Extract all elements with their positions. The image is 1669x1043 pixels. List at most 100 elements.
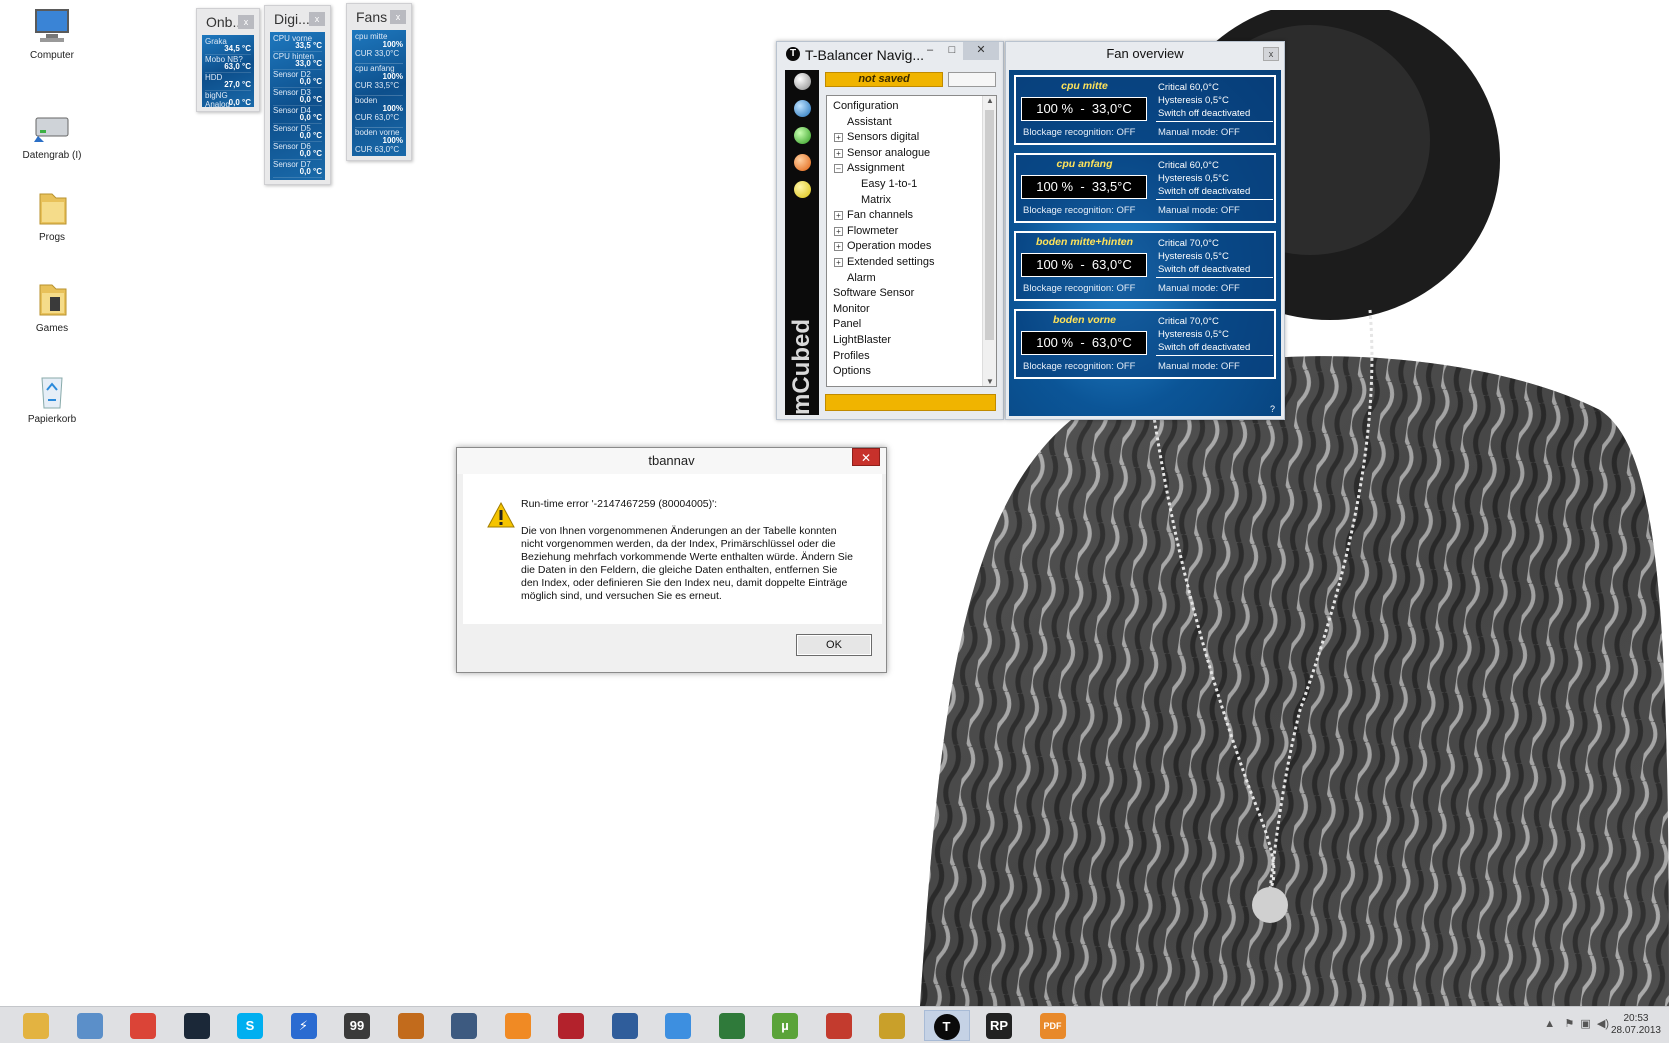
navigation-tree[interactable]: Configuration Assistant + Sensors digital + S…: [826, 95, 997, 387]
desktop-icon-papierkorb[interactable]: Papierkorb: [14, 370, 90, 426]
close-button[interactable]: ✕: [963, 42, 999, 60]
expand-icon[interactable]: +: [834, 258, 843, 267]
tree-item[interactable]: Software Sensor: [833, 286, 914, 301]
desktop-icon-games[interactable]: Games: [14, 279, 90, 335]
window-titlebar[interactable]: Fan overview x: [1006, 42, 1284, 66]
window-titlebar[interactable]: T T-Balancer Navig... – □ ✕: [777, 42, 1003, 66]
desktop-icon-datengrab[interactable]: Datengrab (I): [14, 106, 90, 162]
dialog-close-button[interactable]: ✕: [852, 448, 880, 466]
taskbar-button[interactable]: [442, 1010, 488, 1041]
tree-item[interactable]: – Assignment: [834, 161, 904, 176]
taskbar-button[interactable]: [710, 1010, 756, 1041]
expand-icon[interactable]: +: [834, 133, 843, 143]
taskbar-button[interactable]: µ: [763, 1010, 809, 1041]
list-item: bigNG Analog 0,0 °C: [205, 91, 251, 107]
taskbar-button[interactable]: [175, 1010, 221, 1041]
folder-icon: [30, 188, 74, 228]
tree-item[interactable]: Matrix: [861, 193, 891, 208]
taskbar-button[interactable]: [603, 1010, 649, 1041]
critical-temp: Critical 60,0°C: [1158, 160, 1219, 171]
expand-icon[interactable]: +: [834, 242, 843, 252]
fan-overview-panel: cpu mitte 100 % - 33,0°C Blockage recognit…: [1009, 70, 1281, 416]
flag-icon[interactable]: ⚑: [1564, 1018, 1574, 1030]
expand-icon[interactable]: +: [834, 211, 843, 221]
tree-item[interactable]: Assistant: [847, 115, 892, 130]
tree-item[interactable]: + Operation modes: [834, 239, 931, 254]
taskbar-button[interactable]: [496, 1010, 542, 1041]
dialog-titlebar[interactable]: tbannav ✕: [457, 448, 886, 474]
ok-button[interactable]: OK: [796, 634, 872, 656]
desktop-icon-progs[interactable]: Progs: [14, 188, 90, 244]
tree-item[interactable]: Configuration: [833, 99, 898, 114]
taskbar-button[interactable]: [656, 1010, 702, 1041]
fan-card[interactable]: cpu mitte 100 % - 33,0°C Blockage recognit…: [1014, 75, 1276, 145]
fan-card[interactable]: cpu anfang 100 % - 33,5°C Blockage recogni…: [1014, 153, 1276, 223]
status-led-orange-icon[interactable]: [794, 154, 811, 171]
help-button[interactable]: ?: [1270, 404, 1275, 414]
tree-item[interactable]: Panel: [833, 317, 861, 332]
tree-item[interactable]: Alarm: [847, 271, 876, 286]
status-led-white-icon[interactable]: [794, 73, 811, 90]
taskbar-button[interactable]: T: [923, 1010, 970, 1041]
network-icon[interactable]: ▣: [1580, 1018, 1590, 1030]
system-tray[interactable]: ▲ ⚑ ▣ ◀): [1544, 1017, 1609, 1030]
scroll-up-icon[interactable]: ▲: [983, 96, 996, 105]
error-dialog[interactable]: tbannav ✕ Run-time error '-2147467259 (8…: [456, 447, 887, 673]
fan-thresholds: Critical 70,0°C Hysteresis 0,5°C Switch of…: [1158, 315, 1250, 354]
taskbar-button[interactable]: RP: [977, 1010, 1023, 1041]
tray-expand-icon[interactable]: ▲: [1544, 1018, 1555, 1030]
tree-scrollbar[interactable]: ▲ ▼: [982, 96, 996, 386]
steam-icon: [183, 1013, 210, 1039]
taskbar-button[interactable]: [389, 1010, 435, 1041]
tree-item[interactable]: LightBlaster: [833, 333, 891, 348]
taskbar-button[interactable]: [549, 1010, 595, 1041]
tree-item[interactable]: + Flowmeter: [834, 224, 898, 239]
gadget-close-button[interactable]: x: [238, 15, 254, 29]
status-led-yellow-icon[interactable]: [794, 181, 811, 198]
tbalancer-navigator-window[interactable]: T T-Balancer Navig... – □ ✕ mCubed not s…: [776, 41, 1004, 420]
tree-item[interactable]: Easy 1-to-1: [861, 177, 917, 192]
tree-item[interactable]: Profiles: [833, 349, 870, 364]
tree-item[interactable]: + Sensors digital: [834, 130, 919, 145]
list-item: cpu mitte 100% CUR 33,0°C: [355, 32, 403, 64]
gadget-fans[interactable]: Fans x cpu mitte 100% CUR 33,0°C cpu anf…: [346, 3, 412, 161]
mcubed-brand-logo: mCubed: [788, 319, 815, 415]
gadget-digital[interactable]: Digi... x CPU vorne 33,5 °C CPU hinten 33,…: [264, 5, 331, 185]
taskbar-button[interactable]: [14, 1010, 60, 1041]
taskbar-button[interactable]: [68, 1010, 114, 1041]
status-led-blue-icon[interactable]: [794, 100, 811, 117]
tree-item[interactable]: + Extended settings: [834, 255, 934, 270]
collapse-icon[interactable]: –: [834, 164, 843, 174]
close-button[interactable]: x: [1263, 47, 1279, 61]
fan-readout: 100 % - 33,5°C: [1021, 175, 1147, 199]
critical-temp: Critical 70,0°C: [1158, 316, 1219, 327]
gadget-onboard[interactable]: Onb... x Graka 34,5 °C Mobo NB? 63,0 °C HD…: [196, 8, 260, 112]
gadget-close-button[interactable]: x: [309, 12, 325, 26]
expand-icon[interactable]: +: [834, 148, 843, 158]
scrollbar-thumb[interactable]: [985, 110, 994, 340]
desktop-icon-computer[interactable]: Computer: [14, 6, 90, 62]
fan-card[interactable]: boden mitte+hinten 100 % - 63,0°C Blockage…: [1014, 231, 1276, 301]
tree-item[interactable]: + Sensor analogue: [834, 146, 930, 161]
status-led-green-icon[interactable]: [794, 127, 811, 144]
taskbar-clock[interactable]: 20:53 28.07.2013: [1611, 1013, 1661, 1037]
fan-overview-window[interactable]: Fan overview x cpu mitte 100 % - 33,0°C Bl…: [1005, 41, 1285, 420]
volume-icon[interactable]: ◀): [1597, 1018, 1609, 1030]
maximize-button[interactable]: □: [943, 42, 961, 60]
taskbar-button[interactable]: [870, 1010, 916, 1041]
tree-item-label: Configuration: [833, 100, 899, 112]
tree-item[interactable]: + Fan channels: [834, 208, 913, 223]
scroll-down-icon[interactable]: ▼: [983, 377, 996, 386]
taskbar-button[interactable]: ⚡: [282, 1010, 328, 1041]
taskbar-button[interactable]: S: [228, 1010, 274, 1041]
taskbar-button[interactable]: 99: [335, 1010, 381, 1041]
tree-item[interactable]: Monitor: [833, 302, 870, 317]
fan-card[interactable]: boden vorne 100 % - 63,0°C Blockage recogn…: [1014, 309, 1276, 379]
taskbar-button[interactable]: [121, 1010, 167, 1041]
taskbar-button[interactable]: PDF: [1031, 1010, 1077, 1041]
taskbar-button[interactable]: [817, 1010, 863, 1041]
expand-icon[interactable]: +: [834, 226, 843, 236]
gadget-close-button[interactable]: x: [390, 10, 406, 24]
tree-item[interactable]: Options: [833, 364, 871, 379]
minimize-button[interactable]: –: [921, 42, 939, 60]
